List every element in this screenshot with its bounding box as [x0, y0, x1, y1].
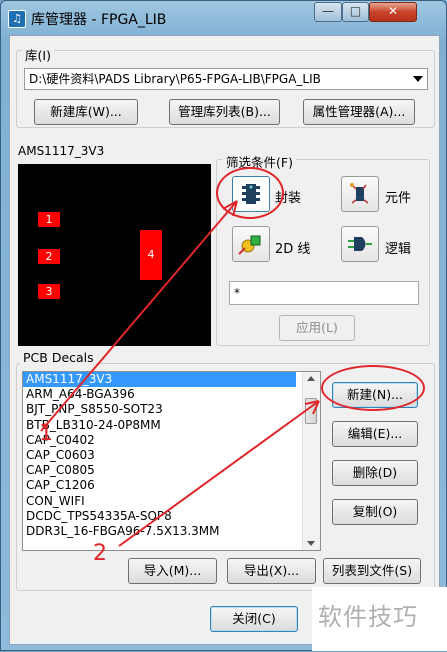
annotation-step-2: 2 — [93, 541, 107, 566]
window-frame: ♫ 库管理器 - FPGA_LIB — □ ✕ 库(I) D:\硬件资料\PAD… — [0, 0, 447, 651]
watermark: 软件技巧 — [312, 587, 447, 651]
annotation-step-1: 1 — [39, 421, 53, 446]
annotation-arrows — [40, 200, 320, 547]
